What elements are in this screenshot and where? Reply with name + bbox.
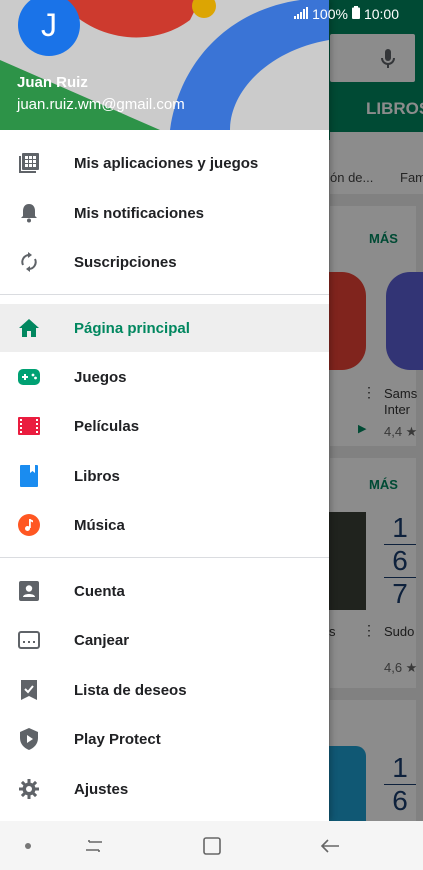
wishlist-icon <box>18 679 40 701</box>
menu-item-redeem[interactable]: Canjear <box>0 616 329 664</box>
gamepad-icon <box>18 366 40 388</box>
menu-divider <box>0 557 329 558</box>
menu-item-label: Mis aplicaciones y juegos <box>74 154 259 172</box>
status-bar: 100% 10:00 <box>293 0 423 28</box>
back-icon[interactable] <box>316 821 344 870</box>
book-icon <box>18 465 40 487</box>
menu-item-account[interactable]: Cuenta <box>0 567 329 615</box>
menu-item-label: Play Protect <box>74 730 161 748</box>
apps-grid-icon <box>18 152 40 174</box>
menu-item-label: Películas <box>74 417 140 435</box>
menu-divider <box>0 294 329 295</box>
menu-item-settings[interactable]: Ajustes <box>0 765 329 813</box>
signal-icon <box>294 6 309 22</box>
menu-item-wishlist[interactable]: Lista de deseos <box>0 666 329 714</box>
redeem-icon <box>18 629 40 651</box>
menu-item-label: Música <box>74 516 125 534</box>
menu-item-label: Cuenta <box>74 582 125 600</box>
menu-item-label: Página principal <box>74 319 190 337</box>
recents-icon[interactable] <box>80 821 108 870</box>
account-email[interactable]: juan.ruiz.wm@gmail.com <box>17 96 185 113</box>
menu-item-movies[interactable]: Películas <box>0 402 329 450</box>
home-icon <box>18 317 40 339</box>
clock: 10:00 <box>363 6 399 22</box>
menu-item-label: Suscripciones <box>74 253 177 271</box>
gear-icon <box>18 778 40 800</box>
account-header[interactable]: J Juan Ruiz juan.ruiz.wm@gmail.com <box>0 0 329 130</box>
menu-item-home[interactable]: Página principal <box>0 304 329 352</box>
menu-item-subscriptions[interactable]: Suscripciones <box>0 238 329 286</box>
refresh-icon <box>18 251 40 273</box>
shield-icon <box>18 728 40 750</box>
account-icon <box>18 580 40 602</box>
menu-item-books[interactable]: Libros <box>0 452 329 500</box>
bell-icon <box>18 202 40 224</box>
account-name: Juan Ruiz <box>17 74 88 91</box>
menu-item-games[interactable]: Juegos <box>0 353 329 401</box>
battery-percent: 100% <box>312 6 348 22</box>
menu-item-label: Ajustes <box>74 780 129 798</box>
menu-item-label: Canjear <box>74 631 130 649</box>
menu-item-music[interactable]: Música <box>0 501 329 549</box>
menu-item-play-protect[interactable]: Play Protect <box>0 715 329 763</box>
home-button-icon[interactable] <box>198 821 226 870</box>
system-navigation-bar <box>0 821 423 870</box>
music-icon <box>18 514 40 536</box>
dot-indicator-icon[interactable] <box>16 821 40 870</box>
menu-item-label: Mis notificaciones <box>74 204 205 222</box>
battery-icon <box>351 6 360 22</box>
menu-item-label: Libros <box>74 467 120 485</box>
film-icon <box>18 415 40 437</box>
menu-item-my-apps[interactable]: Mis aplicaciones y juegos <box>0 139 329 187</box>
navigation-drawer: J Juan Ruiz juan.ruiz.wm@gmail.com Mis a… <box>0 0 329 821</box>
menu-item-notifications[interactable]: Mis notificaciones <box>0 189 329 237</box>
menu-item-label: Juegos <box>74 368 127 386</box>
menu-item-label: Lista de deseos <box>74 681 187 699</box>
